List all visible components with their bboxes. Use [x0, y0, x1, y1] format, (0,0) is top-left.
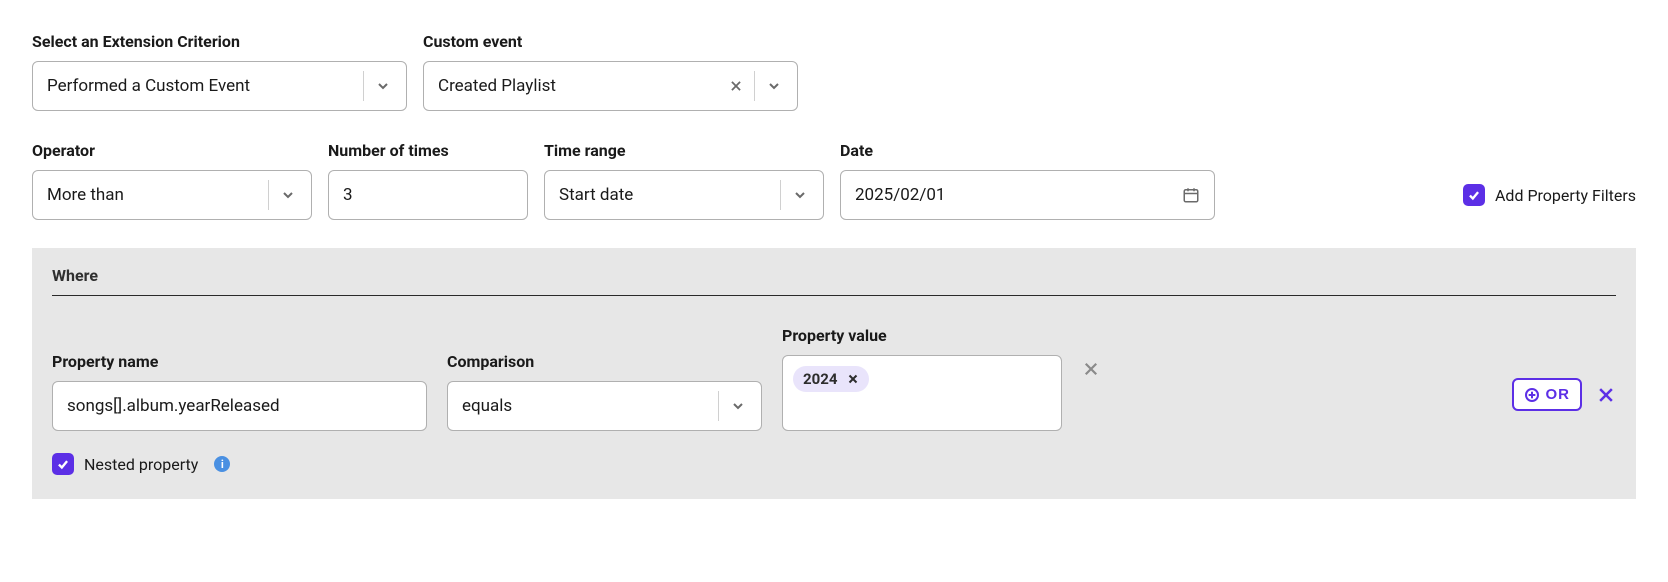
top-row: Select an Extension Criterion Performed …	[32, 32, 1636, 111]
chevron-down-icon[interactable]	[279, 186, 297, 204]
date-label: Date	[840, 141, 1215, 160]
custom-event-divider	[754, 71, 755, 101]
info-icon[interactable]: i	[214, 456, 230, 472]
time-range-field: Time range Start date	[544, 141, 824, 220]
chevron-down-icon[interactable]	[765, 77, 783, 95]
number-of-times-label: Number of times	[328, 141, 528, 160]
remove-row-icon[interactable]	[1596, 385, 1616, 405]
property-value-field: Property value 2024	[782, 326, 1062, 431]
criterion-divider	[363, 71, 364, 101]
clear-custom-event-icon[interactable]	[728, 78, 744, 94]
custom-event-label: Custom event	[423, 32, 798, 51]
where-panel: Where Property name songs[].album.yearRe…	[32, 248, 1636, 499]
custom-event-select[interactable]: Created Playlist	[423, 61, 798, 111]
time-range-divider	[780, 180, 781, 210]
comparison-field: Comparison equals	[447, 352, 762, 431]
date-value: 2025/02/01	[855, 185, 945, 205]
add-property-filters-label: Add Property Filters	[1495, 186, 1636, 205]
chevron-down-icon[interactable]	[791, 186, 809, 204]
nested-property-row: Nested property i	[52, 453, 1616, 475]
criterion-label: Select an Extension Criterion	[32, 32, 407, 51]
clear-value-icon[interactable]	[1082, 360, 1100, 378]
operator-label: Operator	[32, 141, 312, 160]
comparison-label: Comparison	[447, 352, 762, 371]
where-row: Property name songs[].album.yearReleased…	[52, 326, 1616, 431]
chevron-down-icon[interactable]	[729, 397, 747, 415]
operator-field: Operator More than	[32, 141, 312, 220]
date-input[interactable]: 2025/02/01	[840, 170, 1215, 220]
second-row: Operator More than Number of times 3 Tim…	[32, 141, 1636, 220]
time-range-select[interactable]: Start date	[544, 170, 824, 220]
custom-event-value: Created Playlist	[438, 76, 728, 96]
number-of-times-field: Number of times 3	[328, 141, 528, 220]
calendar-icon[interactable]	[1182, 186, 1200, 204]
tag-text: 2024	[803, 370, 837, 388]
property-name-input[interactable]: songs[].album.yearReleased	[52, 381, 427, 431]
nested-property-label: Nested property	[84, 455, 198, 474]
date-field: Date 2025/02/01	[840, 141, 1215, 220]
number-of-times-input[interactable]: 3	[328, 170, 528, 220]
custom-event-field: Custom event Created Playlist	[423, 32, 798, 111]
comparison-value: equals	[462, 396, 708, 416]
nested-property-checkbox[interactable]	[52, 453, 74, 475]
chevron-down-icon[interactable]	[374, 77, 392, 95]
or-button[interactable]: OR	[1512, 378, 1583, 411]
property-name-label: Property name	[52, 352, 427, 371]
or-label: OR	[1546, 386, 1571, 403]
operator-select[interactable]: More than	[32, 170, 312, 220]
property-name-value: songs[].album.yearReleased	[67, 396, 280, 416]
criterion-value: Performed a Custom Event	[47, 76, 353, 96]
operator-value: More than	[47, 185, 258, 205]
comparison-divider	[718, 391, 719, 421]
property-value-tag: 2024	[793, 366, 869, 392]
where-header: Where	[52, 266, 1616, 296]
number-of-times-value: 3	[343, 185, 353, 205]
time-range-value: Start date	[559, 185, 770, 205]
property-name-field: Property name songs[].album.yearReleased	[52, 352, 427, 431]
property-value-input[interactable]: 2024	[782, 355, 1062, 431]
time-range-label: Time range	[544, 141, 824, 160]
property-value-label: Property value	[782, 326, 1062, 345]
add-property-filters-checkbox[interactable]	[1463, 184, 1485, 206]
remove-tag-icon[interactable]	[847, 373, 859, 385]
criterion-field: Select an Extension Criterion Performed …	[32, 32, 407, 111]
operator-divider	[268, 180, 269, 210]
criterion-select[interactable]: Performed a Custom Event	[32, 61, 407, 111]
comparison-select[interactable]: equals	[447, 381, 762, 431]
add-property-filters-row: Add Property Filters	[1463, 170, 1636, 220]
